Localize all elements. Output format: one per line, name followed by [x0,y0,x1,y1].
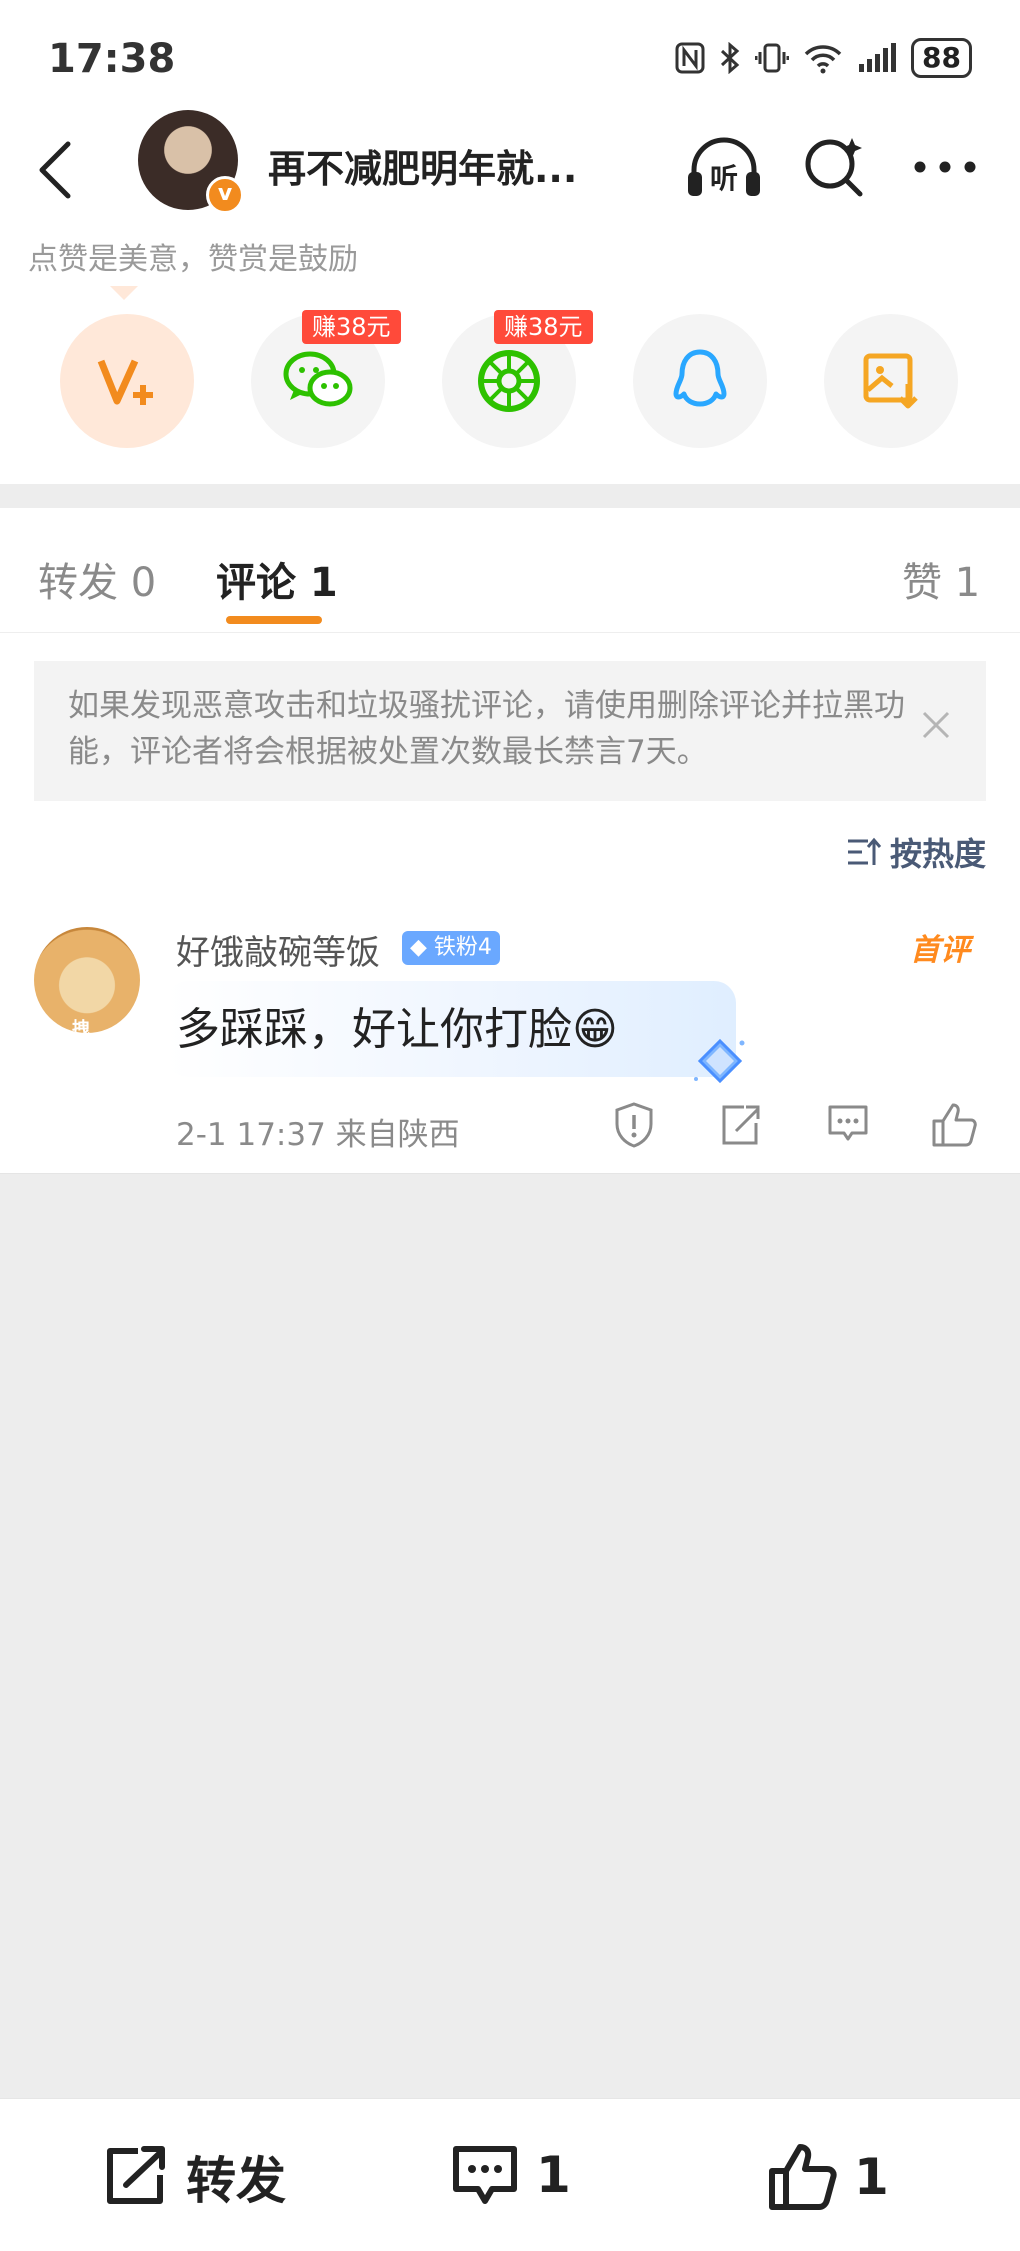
vip-plus-icon [97,359,153,405]
moments-icon [478,350,540,412]
diamond-icon: ◆ [410,935,427,960]
sort-label: 按热度 [889,835,986,873]
gem-decoration-icon [694,1038,745,1084]
first-comment-tag: 首评 [910,933,970,968]
notice-banner: 如果发现恶意攻击和垃圾骚扰评论，请使用删除评论并拉黑功能，评论者将会根据被处置次… [34,661,986,801]
nfc-icon [675,42,705,74]
wechat-icon [283,351,353,407]
vibrate-icon [755,43,790,73]
share-panel: 点赞是美意，赞赏是鼓励 赚38元 赚38元 [0,224,1020,484]
tab-comments[interactable]: 评论 1 [216,550,338,608]
repost-icon [107,2146,165,2204]
battery-indicator: 88 [911,38,972,78]
like-button[interactable]: 1 [766,2141,889,2213]
more-icon[interactable] [910,132,980,202]
tab-bar: 转发 0 评论 1 赞 1 [0,508,1020,633]
comment-meta: 2-1 17:37 来自陕西 [176,1117,460,1153]
save-image-icon [863,353,918,409]
comment-count: 1 [536,2146,571,2204]
comment-text[interactable]: 多踩踩，好让你打脸😁 [176,993,618,1057]
comment-button[interactable]: 1 [450,2141,571,2209]
sort-icon [847,837,882,865]
close-icon[interactable] [916,705,956,745]
tab-likes[interactable]: 赞 1 [902,550,980,608]
qq-icon [673,349,727,407]
header: v 再不减肥明年就... 听 [0,100,1020,225]
bottom-action-bar: 转发 1 1 [0,2098,1020,2251]
tab-repost[interactable]: 转发 0 [38,550,156,608]
like-comment-icon[interactable] [930,1101,978,1149]
comments-section: 如果发现恶意攻击和垃圾骚扰评论，请使用删除评论并拉黑功能，评论者将会根据被处置次… [0,633,1020,1174]
back-icon[interactable] [36,140,76,200]
comment-icon [453,2146,517,2204]
commenter-name[interactable]: 好饿敲碗等饭 [176,925,380,974]
verified-badge-icon: v [206,176,244,214]
signal-icon [859,43,897,72]
wifi-icon [804,45,842,74]
fan-badge-label: 铁粉4 [433,935,492,960]
share-comment-icon[interactable] [718,1101,762,1149]
thumbs-up-icon [769,2144,837,2210]
reward-tooltip: 点赞是美意，赞赏是鼓励 [28,242,358,277]
like-count: 1 [854,2148,889,2206]
active-tab-indicator [226,616,322,624]
status-time: 17:38 [48,36,176,82]
notice-text: 如果发现恶意攻击和垃圾骚扰评论，请使用删除评论并拉黑功能，评论者将会根据被处置次… [68,688,905,770]
qq-share-button[interactable] [633,314,767,448]
repost-label: 转发 [186,2152,286,2210]
vip-share-button[interactable] [60,314,194,448]
bluetooth-icon [721,42,740,74]
status-icons: 88 [675,38,972,78]
page-title[interactable]: 再不减肥明年就... [268,138,577,193]
fan-badge: ◆ 铁粉4 [402,931,500,965]
svg-text:听: 听 [710,162,738,195]
tooltip-caret [110,286,138,300]
repost-button[interactable]: 转发 [100,2141,286,2213]
search-icon[interactable] [800,132,870,202]
reward-badge: 赚38元 [494,310,593,344]
listen-icon[interactable]: 听 [684,132,764,202]
reward-badge: 赚38元 [302,310,401,344]
reply-icon[interactable] [826,1101,870,1149]
sort-button[interactable]: 按热度 [846,829,986,875]
report-icon[interactable] [612,1101,656,1149]
avatar-tag: 拽 [72,1019,90,1040]
save-image-share-button[interactable] [824,314,958,448]
